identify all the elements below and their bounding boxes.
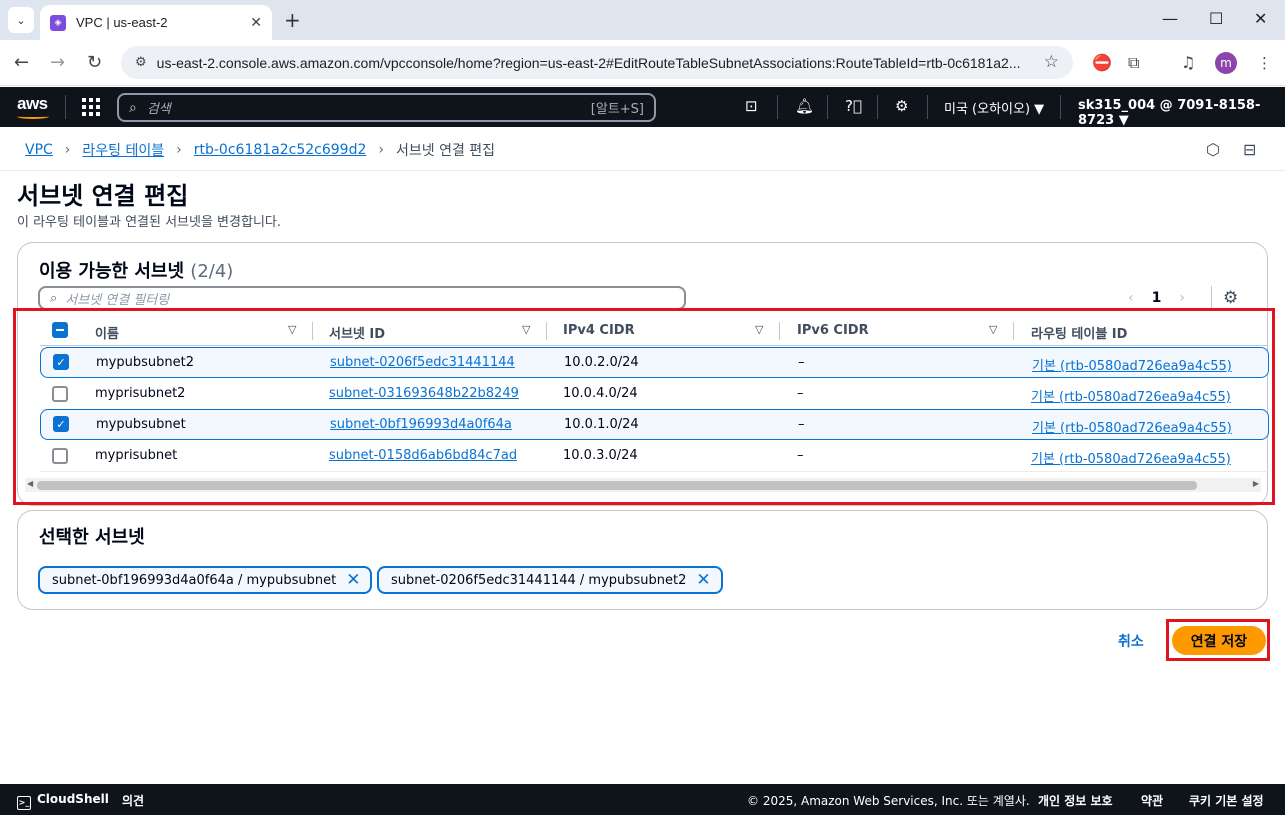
cloudshell-icon[interactable]: ⊡ bbox=[745, 97, 758, 115]
hexagon-info-icon[interactable]: ⬡ bbox=[1206, 140, 1220, 159]
search-shortcut: [알트+S] bbox=[590, 102, 644, 117]
breadcrumb-route-table-id[interactable]: rtb-0c6181a2c52c699d2 bbox=[194, 142, 367, 158]
pagination: ‹ 1 › bbox=[1128, 290, 1185, 306]
highlight-frame-save bbox=[1166, 619, 1270, 661]
account-menu[interactable]: sk315_004 @ 7091-8158-8723 ▼ bbox=[1078, 98, 1285, 128]
search-icon: ⌕ bbox=[50, 290, 58, 306]
selected-subnet-token: subnet-0206f5edc31441144 / mypubsubnet2 … bbox=[377, 566, 723, 594]
region-selector[interactable]: 미국 (오하이오) ▼ bbox=[944, 98, 1044, 117]
aws-search-input[interactable]: ⌕ 검색 [알트+S] bbox=[117, 93, 656, 122]
feedback-screen-icon[interactable]: ⊟ bbox=[1243, 140, 1256, 159]
highlight-frame-table bbox=[13, 308, 1275, 505]
back-icon[interactable]: ← bbox=[14, 52, 29, 73]
search-icon: ⌕ bbox=[129, 99, 137, 116]
cookie-preferences-link[interactable]: 쿠키 기본 설정 bbox=[1189, 792, 1264, 809]
page-number[interactable]: 1 bbox=[1152, 290, 1162, 306]
next-page-icon[interactable]: › bbox=[1179, 290, 1185, 306]
divider bbox=[777, 95, 778, 119]
aws-top-nav: aws ⌕ 검색 [알트+S] ⊡ 🔔︎ ?⃝ ⚙ 미국 (오하이오) ▼ sk… bbox=[0, 87, 1285, 128]
notifications-bell-icon[interactable]: 🔔︎ bbox=[795, 97, 814, 115]
divider bbox=[1060, 95, 1061, 119]
site-info-icon[interactable]: ⚙ bbox=[135, 55, 147, 70]
breadcrumb-vpc[interactable]: VPC bbox=[25, 142, 53, 158]
remove-token-icon[interactable]: ✕ bbox=[696, 570, 710, 590]
vpc-favicon-icon: ◈ bbox=[50, 14, 66, 31]
chevron-right-icon: › bbox=[64, 142, 71, 158]
help-icon[interactable]: ?⃝ bbox=[845, 97, 862, 115]
selected-panel-title: 선택한 서브넷 bbox=[39, 527, 145, 548]
search-placeholder: 검색 bbox=[146, 102, 171, 117]
url-text[interactable]: us-east-2.console.aws.amazon.com/vpccons… bbox=[157, 55, 1027, 71]
minimize-icon[interactable]: — bbox=[1162, 9, 1178, 28]
tab-title: VPC | us-east-2 bbox=[76, 15, 168, 30]
aws-footer: >_ CloudShell 의견 © 2025, Amazon Web Servi… bbox=[0, 784, 1285, 815]
chevron-right-icon: › bbox=[176, 142, 182, 158]
address-bar[interactable]: ⚙ us-east-2.console.aws.amazon.com/vpcco… bbox=[121, 46, 1073, 79]
divider bbox=[65, 95, 66, 119]
browser-menu-icon[interactable]: ⋮ bbox=[1257, 54, 1272, 72]
profile-avatar[interactable]: m bbox=[1215, 52, 1237, 74]
bookmark-star-icon[interactable]: ☆ bbox=[1044, 52, 1059, 72]
browser-tab[interactable]: ◈ VPC | us-east-2 ✕ bbox=[40, 5, 272, 40]
remove-token-icon[interactable]: ✕ bbox=[346, 570, 360, 590]
panel-title-text: 이용 가능한 서브넷 bbox=[39, 261, 185, 282]
maximize-icon[interactable]: ☐ bbox=[1209, 9, 1223, 28]
aws-logo[interactable]: aws bbox=[17, 94, 48, 114]
selected-subnets-panel: 선택한 서브넷 subnet-0bf196993d4a0f64a / mypub… bbox=[17, 510, 1268, 610]
previous-page-icon[interactable]: ‹ bbox=[1128, 290, 1134, 306]
breadcrumb-current: 서브넷 연결 편집 bbox=[396, 143, 496, 159]
aws-smile-icon bbox=[17, 114, 49, 119]
terms-link[interactable]: 약관 bbox=[1141, 792, 1163, 809]
tab-close-icon[interactable]: ✕ bbox=[250, 15, 262, 31]
token-label: subnet-0206f5edc31441144 / mypubsubnet2 bbox=[391, 572, 687, 588]
divider bbox=[877, 95, 878, 119]
divider bbox=[1211, 286, 1212, 310]
media-control-icon[interactable]: ♫ bbox=[1181, 53, 1195, 72]
browser-tabstrip: ⌄ ◈ VPC | us-east-2 ✕ + — ☐ ✕ bbox=[0, 0, 1285, 40]
breadcrumb: VPC › 라우팅 테이블 › rtb-0c6181a2c52c699d2 › … bbox=[25, 140, 495, 160]
privacy-link[interactable]: 개인 정보 보호 bbox=[1038, 792, 1113, 809]
feedback-link[interactable]: 의견 bbox=[122, 792, 144, 809]
cancel-button[interactable]: 취소 bbox=[1118, 631, 1144, 651]
selected-subnet-token: subnet-0bf196993d4a0f64a / mypubsubnet ✕ bbox=[38, 566, 373, 594]
chevron-right-icon: › bbox=[378, 142, 384, 158]
divider bbox=[0, 170, 1285, 171]
divider bbox=[927, 95, 928, 119]
new-tab-icon[interactable]: + bbox=[284, 8, 301, 32]
browser-toolbar: ← → ↻ ⚙ us-east-2.console.aws.amazon.com… bbox=[0, 40, 1285, 86]
selection-count: (2/4) bbox=[190, 261, 234, 282]
copyright: © 2025, Amazon Web Services, Inc. 또는 계열사… bbox=[747, 794, 1030, 808]
panel-title: 이용 가능한 서브넷 (2/4) bbox=[39, 257, 233, 283]
breadcrumb-route-tables[interactable]: 라우팅 테이블 bbox=[82, 140, 164, 160]
reload-icon[interactable]: ↻ bbox=[87, 52, 102, 73]
tab-search-button[interactable]: ⌄ bbox=[8, 7, 34, 33]
divider bbox=[827, 95, 828, 119]
page-description: 이 라우팅 테이블과 연결된 서브넷을 변경합니다. bbox=[17, 215, 281, 230]
cloudshell-label: CloudShell bbox=[37, 792, 109, 806]
table-preferences-gear-icon[interactable]: ⚙ bbox=[1223, 288, 1238, 308]
page-title: 서브넷 연결 편집 bbox=[17, 182, 189, 210]
cloudshell-button[interactable]: >_ CloudShell bbox=[17, 792, 109, 810]
extension-blocked-icon[interactable]: ⛔ bbox=[1092, 53, 1112, 72]
services-grid-icon[interactable] bbox=[82, 98, 100, 116]
token-label: subnet-0bf196993d4a0f64a / mypubsubnet bbox=[52, 572, 337, 588]
subnet-filter-input[interactable]: ⌕ 서브넷 연결 필터링 bbox=[38, 286, 686, 310]
filter-placeholder: 서브넷 연결 필터링 bbox=[65, 292, 170, 308]
window-close-icon[interactable]: ✕ bbox=[1254, 9, 1267, 28]
cloudshell-icon: >_ bbox=[17, 796, 31, 810]
extensions-puzzle-icon[interactable]: ⧉ bbox=[1128, 53, 1139, 73]
settings-gear-icon[interactable]: ⚙ bbox=[895, 97, 908, 115]
forward-icon[interactable]: → bbox=[50, 52, 65, 73]
